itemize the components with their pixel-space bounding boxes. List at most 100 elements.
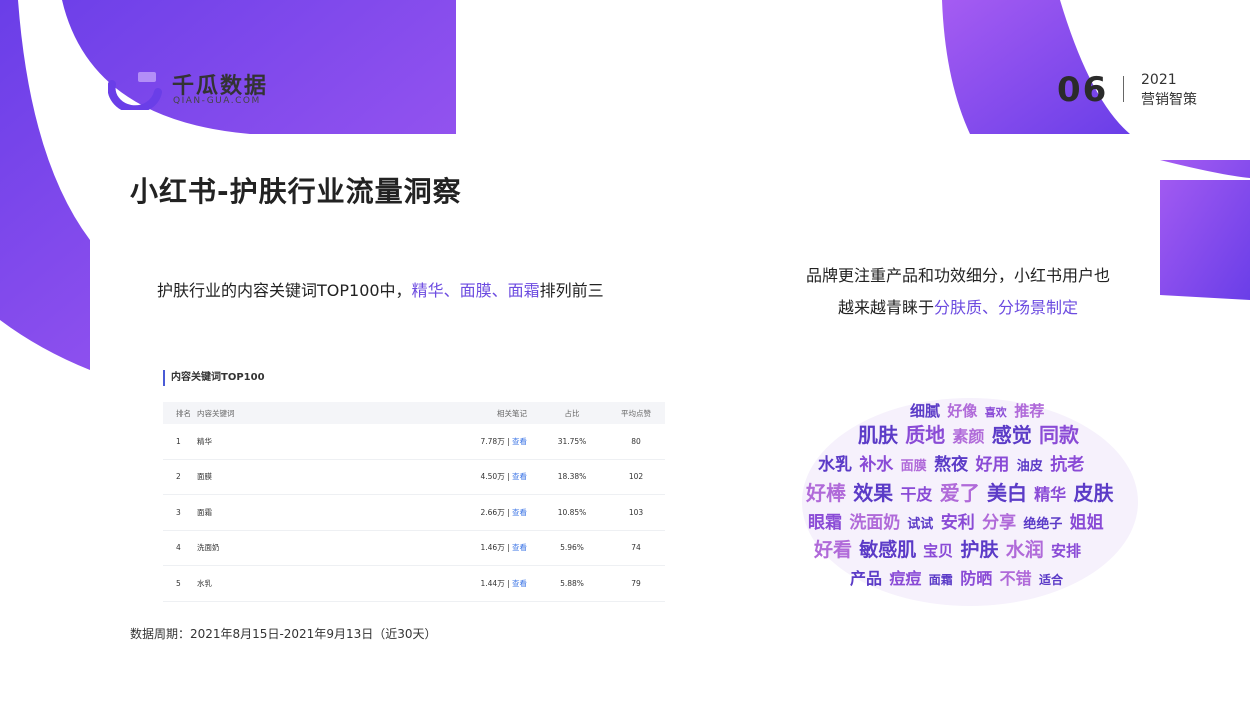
cell-notes: 2.66万 | 查看 (480, 507, 528, 517)
page-separator (1123, 76, 1124, 102)
word-cloud-word: 熬夜 (934, 454, 969, 475)
header-ratio: 占比 (564, 408, 580, 418)
word-cloud-word: 好棒 (805, 481, 847, 505)
word-cloud-word: 试试 (907, 516, 933, 532)
cell-notes: 1.46万 | 查看 (480, 543, 528, 553)
keyword-word-cloud: 细腻 好像 喜欢 推荐 肌肤 质地 素颜 感觉 同款 水乳 补水 面膜 熬夜 好用 油皮 抗老 好棒 效果 干皮 爱了… (790, 392, 1150, 612)
table-row: 2 面膜 4.50万 | 查看 18.38% 102 (163, 460, 665, 495)
notes-count: 4.50万 (480, 472, 505, 482)
cell-rank: 2 (176, 472, 181, 482)
cell-ratio: 18.38% (557, 472, 587, 482)
page-subtitle: 营销智策 (1141, 92, 1197, 108)
table-row: 3 面霜 2.66万 | 查看 10.85% 103 (163, 495, 665, 531)
word-cloud-word: 精华 (1034, 485, 1066, 504)
view-link[interactable]: 查看 (512, 508, 527, 517)
decor-top-right-arc (942, 0, 1250, 300)
header-notes: 相关笔记 (497, 408, 527, 418)
word-cloud-word: 肌肤 (858, 423, 899, 447)
word-cloud-word: 面膜 (901, 458, 927, 474)
view-link[interactable]: 查看 (512, 472, 527, 481)
table-header: 排名 内容关键词 相关笔记 占比 平均点赞 (163, 402, 665, 424)
cell-keyword: 水乳 (197, 578, 212, 588)
word-cloud-word: 美白 (987, 481, 1027, 505)
word-cloud-word: 绝绝子 (1023, 516, 1062, 532)
right-description: 品牌更注重产品和功效细分，小红书用户也越来越青睐于分肤质、分场景制定 (800, 260, 1116, 324)
word-cloud-word: 喜欢 (985, 405, 1008, 419)
word-cloud-word: 皮肤 (1074, 481, 1115, 505)
word-cloud-word: 安排 (1051, 542, 1081, 560)
word-cloud-word: 效果 (853, 481, 893, 505)
notes-count: 1.46万 (480, 543, 505, 553)
cell-keyword: 面膜 (197, 472, 212, 482)
word-cloud-word: 爱了 (940, 481, 980, 505)
word-cloud-word: 抗老 (1050, 454, 1084, 475)
notes-count: 7.78万 (480, 436, 505, 446)
page-year: 2021 (1141, 72, 1177, 88)
word-cloud-word: 眼霜 (808, 513, 842, 533)
word-cloud-word: 宝贝 (923, 542, 953, 560)
word-cloud-word: 敏感肌 (858, 538, 916, 561)
notes-count: 2.66万 (480, 507, 505, 517)
cell-keyword: 精华 (197, 436, 212, 446)
word-cloud-word: 同款 (1039, 423, 1080, 447)
brand-name-en: QIAN-GUA.COM (173, 96, 261, 106)
word-cloud-word: 面霜 (929, 573, 953, 587)
left-desc-highlight: 精华、面膜、面霜 (411, 281, 540, 300)
left-description: 护肤行业的内容关键词TOP100中，精华、面膜、面霜排列前三 (157, 277, 604, 301)
word-cloud-word: 护肤 (961, 538, 1000, 561)
cell-ratio: 5.96% (560, 543, 584, 553)
word-cloud-word: 感觉 (992, 423, 1032, 447)
word-cloud-word: 油皮 (1017, 458, 1043, 474)
table-row: 1 精华 7.78万 | 查看 31.75% 80 (163, 424, 665, 460)
cell-ratio: 5.88% (560, 578, 584, 588)
word-cloud-word: 适合 (1039, 572, 1064, 587)
cell-rank: 4 (176, 543, 181, 553)
header-keyword: 内容关键词 (197, 408, 235, 418)
page-number: 06 (1057, 70, 1109, 110)
word-cloud-word: 痘痘 (889, 569, 921, 588)
word-cloud-word: 质地 (905, 423, 945, 447)
word-cloud-svg: 细腻 好像 喜欢 推荐肌肤 质地 素颜 感觉 同款水乳 补水 面膜 熬夜 好用 油皮 抗老好棒 效果 干皮 爱了… (802, 398, 1138, 606)
view-link[interactable]: 查看 (512, 437, 527, 446)
word-cloud-word: 水乳 (818, 454, 852, 475)
cell-keyword: 面霜 (197, 507, 212, 517)
word-cloud-word: 产品 (850, 569, 882, 588)
cell-notes: 1.44万 | 查看 (480, 578, 528, 588)
qiangua-logo-icon (108, 72, 162, 110)
brand-logo[interactable]: 千瓜数据 QIAN-GUA.COM (108, 68, 278, 112)
cell-ratio: 10.85% (557, 507, 587, 517)
word-cloud-word: 补水 (858, 454, 894, 475)
word-cloud-word: 分享 (982, 512, 1016, 533)
word-cloud-word: 细腻 (910, 402, 940, 420)
word-cloud-word: 好看 (813, 538, 852, 561)
keyword-table: 内容关键词TOP100 排名 内容关键词 相关笔记 占比 平均点赞 1 精华 7.7… (163, 370, 665, 602)
word-cloud-word: 水润 (1006, 538, 1044, 561)
header-likes: 平均点赞 (621, 408, 651, 418)
word-cloud-word: 好像 (946, 402, 978, 420)
table-title: 内容关键词TOP100 (163, 370, 665, 386)
cell-likes: 102 (628, 472, 644, 482)
left-desc-suffix: 排列前三 (539, 281, 604, 300)
cell-likes: 74 (631, 543, 641, 553)
cell-notes: 4.50万 | 查看 (480, 472, 528, 482)
word-cloud-word: 素颜 (952, 427, 984, 446)
header-rank: 排名 (176, 408, 191, 418)
word-cloud-word: 干皮 (900, 485, 932, 504)
cell-rank: 3 (176, 507, 181, 517)
cell-ratio: 31.75% (557, 436, 587, 446)
left-desc-prefix: 护肤行业的内容关键词TOP100中， (157, 281, 412, 300)
word-cloud-word: 安利 (941, 512, 975, 533)
view-link[interactable]: 查看 (512, 579, 527, 588)
word-cloud-word: 防晒 (960, 569, 992, 588)
word-cloud-word: 推荐 (1014, 402, 1044, 420)
view-link[interactable]: 查看 (512, 543, 527, 552)
cell-likes: 80 (631, 436, 641, 446)
cell-rank: 5 (176, 578, 181, 588)
table-row: 4 洗面奶 1.46万 | 查看 5.96% 74 (163, 531, 665, 566)
cell-likes: 103 (628, 507, 644, 517)
cell-rank: 1 (176, 436, 181, 446)
cell-notes: 7.78万 | 查看 (480, 436, 528, 446)
data-period-footnote: 数据周期：2021年8月15日-2021年9月13日（近30天） (130, 627, 437, 641)
cell-likes: 79 (631, 578, 641, 588)
word-cloud-word: 不错 (1000, 569, 1032, 588)
